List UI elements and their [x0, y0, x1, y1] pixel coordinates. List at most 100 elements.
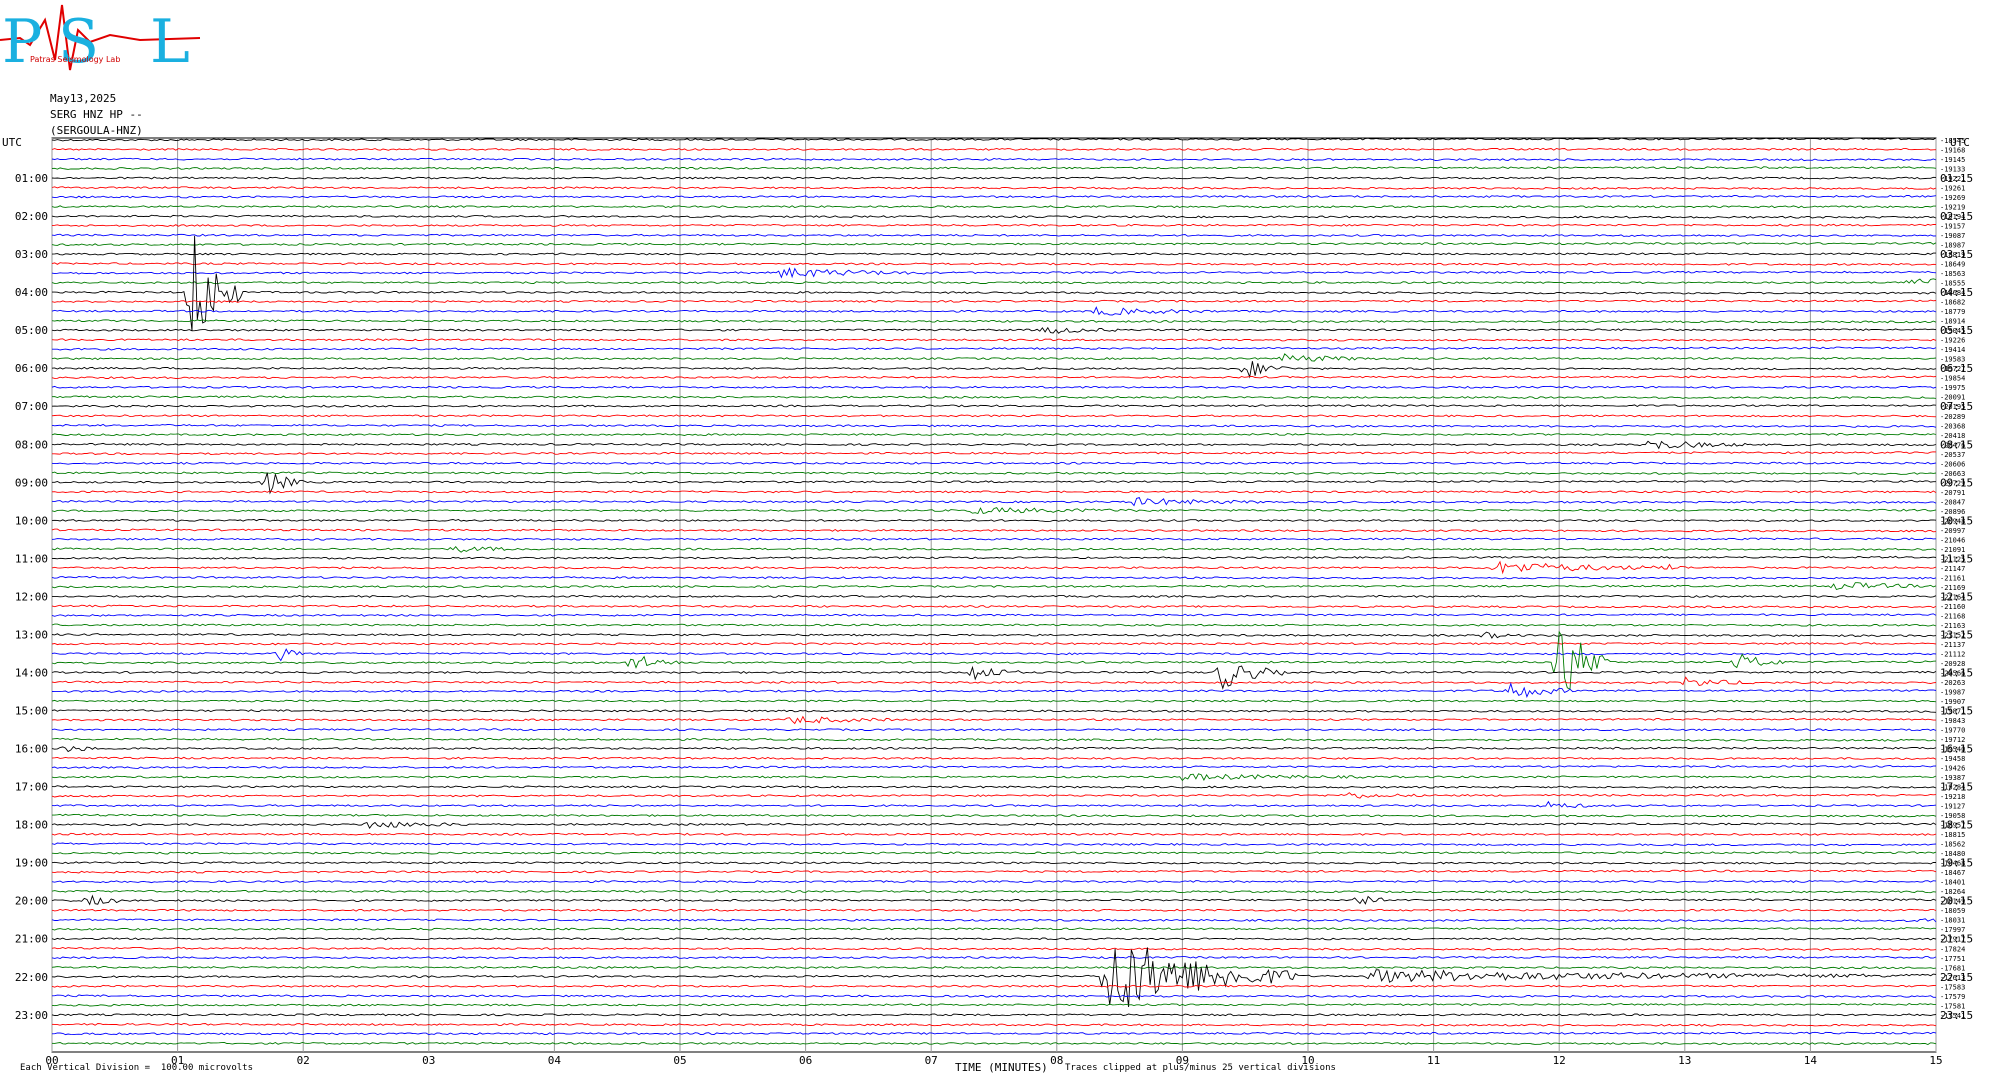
trace-20	[51, 326, 1937, 334]
trace-64	[51, 745, 1937, 753]
trace-36	[52, 472, 1936, 495]
trace-72	[51, 821, 1937, 829]
trace-38	[51, 497, 1937, 507]
trace-10	[51, 233, 1937, 237]
trace-mean-label: -19157	[1940, 223, 1965, 231]
trace-mean-label: -19426	[1940, 765, 1965, 773]
trace-mean-label: -19770	[1940, 727, 1965, 735]
trace-68	[51, 785, 1937, 789]
right-hour-label: 22:15	[1940, 971, 1973, 984]
right-hour-label: 03:15	[1940, 248, 1973, 261]
trace-1	[51, 147, 1937, 151]
trace-13	[51, 262, 1937, 266]
trace-74	[51, 842, 1937, 847]
x-tick-label: 04	[548, 1054, 562, 1067]
trace-mean-label: -17824	[1940, 945, 1965, 953]
trace-mean-label: -21160	[1940, 603, 1965, 611]
trace-75	[51, 851, 1937, 855]
right-hour-label: 20:15	[1940, 895, 1973, 908]
trace-40	[51, 519, 1937, 522]
trace-57	[51, 676, 1937, 687]
trace-mean-label: -19975	[1940, 384, 1965, 392]
right-hour-label: 23:15	[1940, 1009, 1973, 1022]
trace-59	[51, 699, 1937, 703]
trace-11	[51, 242, 1937, 246]
trace-41	[51, 528, 1937, 533]
trace-53	[51, 642, 1937, 646]
left-hour-label: 15:00	[15, 705, 48, 718]
trace-48	[51, 594, 1937, 598]
trace-mean-label: -19269	[1940, 194, 1965, 202]
trace-mean-label: -20289	[1940, 413, 1965, 421]
trace-43	[51, 546, 1937, 553]
trace-34	[51, 461, 1937, 465]
trace-mean-label: -18815	[1940, 831, 1965, 839]
trace-91	[51, 1002, 1936, 1007]
trace-54	[51, 648, 1937, 662]
x-tick-label: 03	[422, 1054, 435, 1067]
trace-51	[51, 623, 1937, 627]
right-hour-label: 05:15	[1940, 324, 1973, 337]
trace-24	[51, 361, 1937, 379]
trace-18	[51, 306, 1937, 316]
helicorder-plot: 00 01 02 03 04 05 06 07 08 09 10 11 12 13 14 15-18545-1…	[15, 137, 1973, 1067]
trace-19	[51, 319, 1937, 324]
trace-mean-label: -20847	[1940, 498, 1965, 506]
trace-mean-label: -19458	[1940, 755, 1965, 763]
trace-mean-label: -18031	[1940, 917, 1965, 925]
trace-58	[51, 682, 1937, 698]
trace-61	[51, 715, 1936, 725]
right-hour-label: 15:15	[1940, 705, 1973, 718]
trace-15	[51, 278, 1937, 285]
right-hour-label: 11:15	[1940, 552, 1973, 565]
trace-mean-label: -18649	[1940, 261, 1965, 269]
trace-mean-label: -20606	[1940, 460, 1965, 468]
trace-85	[51, 946, 1937, 951]
left-hour-label: 23:00	[15, 1009, 48, 1022]
trace-52	[51, 631, 1937, 639]
left-hour-label: 09:00	[15, 476, 48, 489]
right-hour-label: 13:15	[1940, 628, 1973, 641]
left-hour-label: 21:00	[15, 933, 48, 946]
x-tick-label: 12	[1553, 1054, 1566, 1067]
right-hour-label: 07:15	[1940, 400, 1973, 413]
trace-92	[51, 1013, 1937, 1017]
trace-mean-label: -17583	[1940, 983, 1965, 991]
left-hour-label: 11:00	[15, 552, 48, 565]
trace-mean-label: -18467	[1940, 869, 1965, 877]
trace-mean-label: -21112	[1940, 650, 1965, 658]
x-tick-label: 11	[1427, 1054, 1440, 1067]
left-hour-label: 07:00	[15, 400, 48, 413]
trace-mean-label: -21161	[1940, 574, 1965, 582]
trace-4	[51, 176, 1937, 180]
trace-82	[51, 918, 1937, 923]
trace-88	[51, 947, 1937, 1008]
left-hour-label: 06:00	[15, 362, 48, 375]
left-hour-label: 02:00	[15, 210, 48, 223]
trace-30	[51, 423, 1937, 428]
trace-26	[51, 385, 1937, 389]
left-hour-label: 12:00	[15, 590, 48, 603]
footer-clipped: Traces clipped at plus/minus 25 vertical…	[1065, 1063, 1336, 1073]
right-hour-label: 02:15	[1940, 210, 1973, 223]
trace-mean-label: -19145	[1940, 156, 1965, 164]
right-hour-label: 16:15	[1940, 743, 1973, 756]
trace-86	[51, 955, 1937, 960]
left-hour-label: 16:00	[15, 743, 48, 756]
trace-47	[51, 582, 1937, 591]
trace-mean-label: -20263	[1940, 679, 1965, 687]
trace-80	[51, 894, 1937, 906]
trace-84	[51, 937, 1937, 941]
trace-mean-label: -20537	[1940, 451, 1965, 459]
left-hour-label: 08:00	[15, 438, 48, 451]
trace-mean-label: -18563	[1940, 270, 1965, 278]
trace-mean-label: -19127	[1940, 803, 1965, 811]
right-hour-label: 17:15	[1940, 781, 1973, 794]
trace-35	[51, 471, 1937, 475]
trace-37	[51, 490, 1937, 494]
left-hour-label: 01:00	[15, 172, 48, 185]
trace-mean-label: -20791	[1940, 489, 1965, 497]
left-hour-label: 18:00	[15, 819, 48, 832]
left-hour-label: 13:00	[15, 628, 48, 641]
trace-76	[51, 861, 1937, 865]
